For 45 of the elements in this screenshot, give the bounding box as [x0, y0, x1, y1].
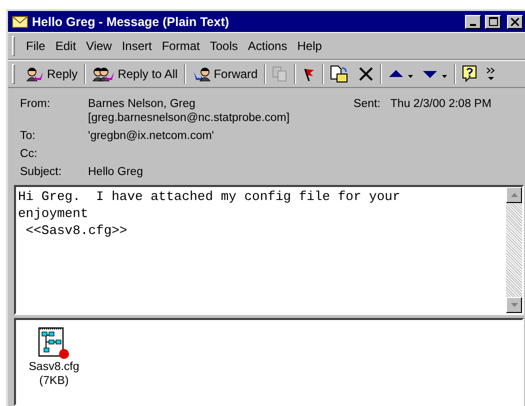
menu-item[interactable]: Format — [156, 37, 205, 55]
attachment-name[interactable]: Sasv8.cfg — [28, 360, 80, 374]
field-label: Cc: — [20, 147, 38, 161]
envelope-icon — [12, 16, 28, 28]
person-arrow-icon — [25, 66, 45, 82]
sender-text: Barnes Nelson, Greg — [88, 97, 196, 111]
document-folder-icon — [330, 65, 350, 83]
recipient-text: 'gregbn@ix.netcom.com' — [88, 129, 216, 143]
subject-text: Hello Greg — [88, 165, 144, 179]
field-label: Subject: — [20, 165, 63, 179]
menu-item[interactable]: Tools — [204, 37, 243, 55]
menu-item[interactable]: Insert — [116, 37, 157, 55]
toolbar-button[interactable]: Reply — [21, 63, 82, 85]
minimize-icon — [470, 24, 476, 26]
window-title: Hello Greg - Message (Plain Text) — [32, 14, 230, 28]
maximize-button[interactable] — [485, 14, 501, 28]
arrow-person-icon — [192, 66, 212, 82]
scroll-up-button[interactable] — [506, 187, 522, 203]
minimize-button[interactable] — [465, 14, 481, 28]
down-arrow-icon — [510, 303, 518, 307]
help-icon — [462, 65, 478, 83]
people-arrow-icon — [92, 66, 116, 82]
toolbar-button[interactable]: Forward — [188, 63, 262, 85]
delete-icon — [358, 66, 374, 82]
field-label: Sent: — [354, 97, 380, 111]
sender-text: [greg.barnesnelson@nc.statprobe.com] — [88, 111, 290, 125]
flag-icon — [302, 66, 316, 82]
chevron-icon — [486, 66, 496, 82]
menu-item[interactable]: Edit — [50, 37, 82, 55]
maximize-icon — [488, 17, 498, 26]
field-label: To: — [20, 129, 36, 143]
attachment-size: (7KB) — [39, 374, 69, 388]
menu-item[interactable]: File — [21, 37, 50, 55]
sent-date: Thu 2/3/00 2:08 PM — [390, 97, 492, 111]
copy-icon — [272, 66, 288, 82]
menu-item[interactable]: View — [81, 37, 117, 55]
menu-item[interactable]: Actions — [242, 37, 292, 55]
field-label: From: — [20, 97, 52, 112]
file-diagram-icon[interactable] — [37, 326, 71, 360]
close-button[interactable] — [507, 14, 523, 28]
scroll-down-button[interactable] — [506, 297, 522, 313]
up-arrow-icon — [510, 193, 518, 197]
toolbar-button[interactable]: Reply to All — [88, 63, 182, 85]
close-icon — [511, 18, 519, 26]
menu-item[interactable]: Help — [292, 37, 327, 55]
